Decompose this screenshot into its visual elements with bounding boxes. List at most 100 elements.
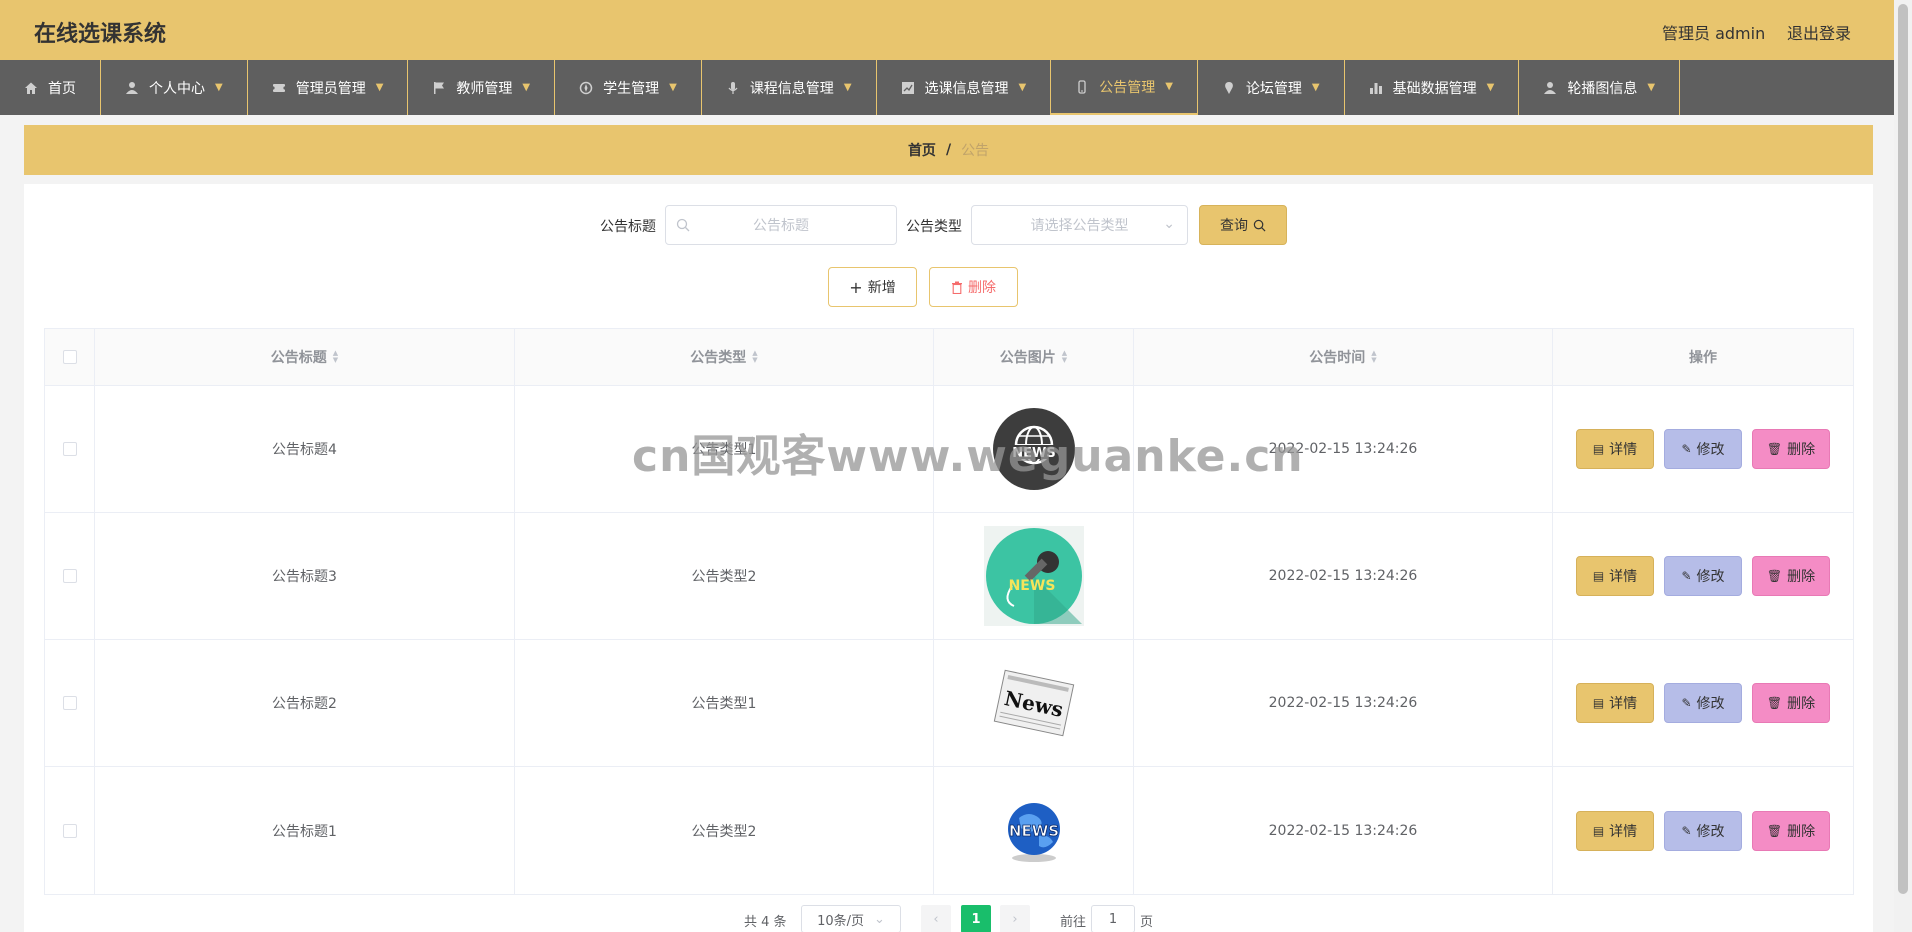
query-button-label: 查询: [1220, 218, 1248, 234]
location-icon: [1222, 81, 1236, 95]
sort-icon[interactable]: ▲ ▼: [333, 350, 338, 364]
trash-icon: [951, 281, 963, 294]
sort-icon[interactable]: ▲ ▼: [1062, 350, 1067, 364]
chevron-down-icon: ⌄: [874, 911, 885, 927]
cell-type: 公告类型1: [515, 386, 934, 512]
page-size-value: 10条/页: [817, 913, 865, 929]
logout-link[interactable]: 退出登录: [1787, 20, 1851, 44]
header-image[interactable]: 公告图片 ▲ ▼: [934, 329, 1134, 385]
news-paper-image: News: [993, 669, 1074, 737]
bar-chart-icon: [1369, 81, 1383, 95]
edit-label: 修改: [1696, 823, 1725, 840]
sort-icon[interactable]: ▲ ▼: [1371, 350, 1376, 364]
cell-title: 公告标题4: [95, 386, 515, 512]
row-checkbox[interactable]: [62, 823, 77, 838]
document-icon: ▤: [1592, 569, 1605, 583]
plus-icon: +: [849, 277, 863, 297]
row-checkbox-cell: [45, 767, 95, 894]
edit-button[interactable]: ✎ 修改: [1664, 429, 1742, 469]
delete-button[interactable]: 🗑 删除: [1752, 429, 1830, 469]
breadcrumb-current: 公告: [961, 143, 990, 159]
goto-page-input[interactable]: 1: [1091, 905, 1135, 932]
detail-button[interactable]: ▤ 详情: [1576, 683, 1654, 723]
edit-button[interactable]: ✎ 修改: [1664, 810, 1742, 851]
vertical-scrollbar[interactable]: [1894, 0, 1912, 932]
delete-button[interactable]: 🗑 删除: [1752, 683, 1830, 723]
query-button[interactable]: 查询: [1199, 205, 1287, 245]
trash-icon: 🗑: [1766, 823, 1783, 838]
chevron-down-icon: ▼: [843, 82, 852, 93]
svg-text:NEWS: NEWS: [1008, 578, 1055, 594]
header-checkbox-cell: [45, 329, 95, 385]
header-time[interactable]: 公告时间 ▲ ▼: [1134, 329, 1553, 385]
edit-button[interactable]: ✎ 修改: [1664, 683, 1742, 723]
document-icon: ▤: [1592, 823, 1605, 838]
detail-button[interactable]: ▤ 详情: [1576, 810, 1654, 851]
header-type[interactable]: 公告类型 ▲ ▼: [515, 329, 934, 385]
delete-label: 删除: [1787, 442, 1816, 458]
nav-label: 首页: [48, 80, 76, 97]
page-size-select[interactable]: 10条/页 ⌄: [801, 905, 901, 932]
add-button[interactable]: + 新增: [828, 267, 917, 307]
nav-item-forum[interactable]: 论坛管理 ▼: [1198, 60, 1345, 115]
breadcrumb-home[interactable]: 首页: [908, 140, 936, 160]
svg-text:NEWS: NEWS: [1008, 822, 1058, 840]
table-row: 公告标题1 公告类型2 NEWS 2022-02-15 13:24:26 ▤ 详情…: [45, 767, 1853, 894]
nav-item-carousel[interactable]: 轮播图信息 ▼: [1519, 60, 1681, 115]
nav-item-selection[interactable]: 选课信息管理 ▼: [877, 60, 1052, 115]
nav-item-personal[interactable]: 个人中心 ▼: [101, 60, 248, 115]
nav-label: 公告管理: [1099, 79, 1156, 96]
table-row: 公告标题2 公告类型1 News 2022-02-15 13:24:26 ▤ 详情…: [45, 640, 1853, 767]
top-header: 在线选课系统 管理员 admin 退出登录: [0, 0, 1894, 60]
chevron-down-icon: ▼: [1486, 82, 1495, 93]
pagination: 共 4 条 10条/页 ⌄ ‹ 1 › 前往 1 页: [0, 905, 1912, 932]
nav-item-basic-data[interactable]: 基础数据管理 ▼: [1345, 60, 1520, 115]
chevron-down-icon: ⌄: [1163, 216, 1175, 232]
chevron-down-icon: ▼: [215, 82, 223, 93]
trash-icon: 🗑: [1766, 569, 1783, 583]
header-label: 公告时间: [1309, 350, 1366, 366]
cell-title: 公告标题3: [95, 513, 515, 639]
delete-button[interactable]: 🗑 删除: [1752, 810, 1830, 851]
batch-delete-button[interactable]: 删除: [929, 267, 1018, 307]
nav-item-admin[interactable]: 管理员管理 ▼: [248, 60, 409, 115]
edit-button[interactable]: ✎ 修改: [1664, 556, 1742, 596]
header-title[interactable]: 公告标题 ▲ ▼: [95, 329, 515, 385]
row-checkbox[interactable]: [62, 442, 77, 456]
main-nav: 首页 个人中心 ▼ 管理员管理 ▼ 教师管理 ▼ 学生管理 ▼ 课程信息管理 ▼…: [0, 60, 1894, 115]
pagination-total: 共 4 条: [744, 915, 787, 930]
chevron-right-icon: ›: [1012, 911, 1018, 927]
sort-icon[interactable]: ▲ ▼: [752, 350, 757, 364]
svg-text:NEWS: NEWS: [1012, 446, 1055, 461]
detail-button[interactable]: ▤ 详情: [1576, 429, 1654, 469]
select-all-checkbox[interactable]: [62, 350, 77, 364]
scrollbar-thumb[interactable]: [1898, 4, 1908, 894]
table-row: 公告标题3 公告类型2 NEWS 2022-02-15 13:24:26 ▤ 详情…: [45, 513, 1853, 640]
title-search-input[interactable]: 公告标题: [665, 205, 897, 245]
chevron-down-icon: ▼: [669, 82, 677, 93]
nav-item-notice[interactable]: 公告管理 ▼: [1051, 60, 1198, 115]
ticket-icon: [271, 81, 286, 95]
edit-label: 修改: [1696, 696, 1725, 712]
delete-button[interactable]: 🗑 删除: [1752, 556, 1830, 596]
row-checkbox[interactable]: [62, 696, 77, 710]
nav-label: 选课信息管理: [924, 80, 1009, 97]
chevron-down-icon: ▼: [375, 82, 384, 93]
search-icon: [676, 218, 690, 236]
row-checkbox[interactable]: [62, 569, 77, 583]
nav-item-home[interactable]: 首页: [0, 60, 101, 115]
nav-item-student[interactable]: 学生管理 ▼: [555, 60, 702, 115]
chevron-down-icon: ▼: [1647, 82, 1656, 93]
edit-icon: ✎: [1681, 823, 1692, 838]
cell-time: 2022-02-15 13:24:26: [1134, 767, 1553, 894]
prev-page-button[interactable]: ‹: [921, 905, 951, 932]
nav-label: 学生管理: [603, 80, 660, 97]
page-number-current[interactable]: 1: [961, 905, 991, 932]
next-page-button[interactable]: ›: [1000, 905, 1030, 932]
nav-item-teacher[interactable]: 教师管理 ▼: [408, 60, 556, 115]
nav-item-course[interactable]: 课程信息管理 ▼: [702, 60, 877, 115]
type-select[interactable]: 请选择公告类型 ⌄: [971, 205, 1188, 245]
chevron-left-icon: ‹: [933, 911, 939, 927]
row-checkbox-cell: [45, 513, 95, 639]
detail-button[interactable]: ▤ 详情: [1576, 556, 1654, 596]
